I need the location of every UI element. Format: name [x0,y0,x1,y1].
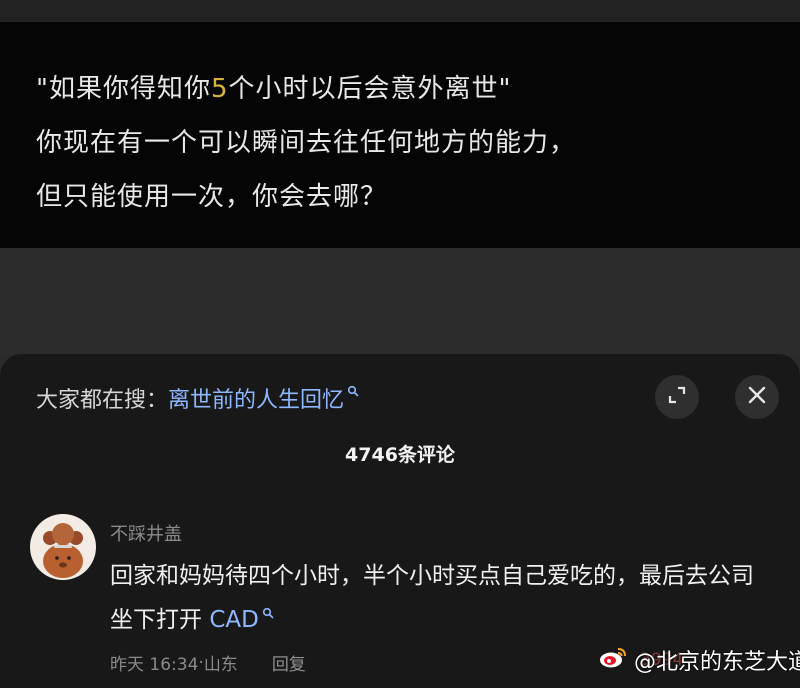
close-button[interactable] [735,375,779,419]
comment-count: 4746条评论 [345,444,455,466]
reply-button[interactable]: 回复 [272,650,306,675]
caption-quote-close: 个小时以后会意外离世" [228,74,512,104]
comment-location: 山东 [203,655,238,675]
watermark: @北京的东芝大道 [598,640,800,680]
video-bottom-area [0,248,800,354]
video-caption: "如果你得知你5个小时以后会意外离世" 你现在有一个可以瞬间去往任何地方的能力，… [36,62,576,224]
comment-sheet: 大家都在搜： 离世前的人生回忆 4746条评论 不踩井盖 回家和妈妈待四个小时，… [0,354,800,688]
comment-text: 回家和妈妈待四个小时，半个小时买点自己爱吃的，最后去公司坐下打开 [110,563,754,633]
avatar[interactable] [30,514,96,580]
close-icon [747,385,767,409]
caption-line-1: "如果你得知你5个小时以后会意外离世" [36,62,576,116]
trending-search-prefix: 大家都在搜： [36,388,169,413]
bear-avatar-icon [43,523,83,578]
weibo-logo-icon [598,645,628,675]
comment-body: 回家和妈妈待四个小时，半个小时买点自己爱吃的，最后去公司坐下打开 CAD [110,554,760,642]
caption-highlight-number: 5 [210,74,229,104]
search-icon [262,590,274,634]
watermark-text: @北京的东芝大道 [634,650,800,675]
caption-quote-open: "如果你得知你 [36,74,211,104]
comment-username[interactable]: 不踩井盖 [110,520,182,546]
caption-line-3: 但只能使用一次，你会去哪？ [36,182,388,212]
search-icon [347,378,359,403]
comment-link-cad[interactable]: CAD [209,607,259,633]
expand-button[interactable] [655,375,699,419]
caption-line-2: 你现在有一个可以瞬间去往任何地方的能力， [36,128,577,158]
comment-time: 昨天 16:34 [110,655,199,675]
video-panel[interactable]: "如果你得知你5个小时以后会意外离世" 你现在有一个可以瞬间去往任何地方的能力，… [0,22,800,248]
comment-meta: 昨天 16:34 · 山东 回复 [110,650,306,676]
trending-search-term[interactable]: 离世前的人生回忆 [168,382,344,414]
trending-search[interactable]: 大家都在搜： 离世前的人生回忆 [36,380,359,416]
expand-icon [667,385,687,409]
top-strip [0,0,800,22]
